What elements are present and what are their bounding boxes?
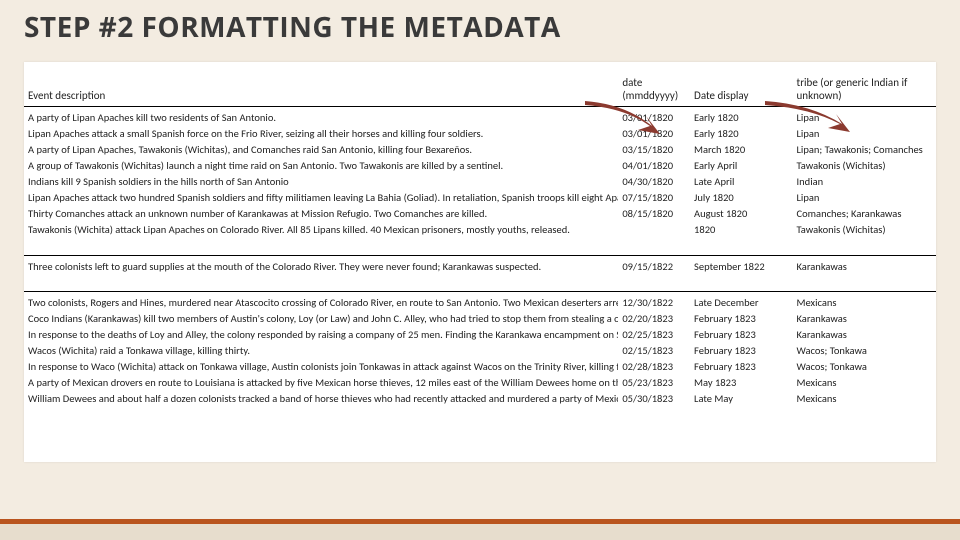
cell-date: 03/01/1820 — [618, 107, 690, 126]
cell-disp: February 1823 — [690, 359, 792, 375]
cell-desc: Coco Indians (Karankawas) kill two membe… — [24, 311, 618, 327]
cell-date — [618, 222, 690, 238]
table-row: A group of Tawakonis (Wichitas) launch a… — [24, 158, 936, 174]
table-row: Coco Indians (Karankawas) kill two membe… — [24, 311, 936, 327]
cell-date: 02/28/1823 — [618, 359, 690, 375]
slide: STEP #2 FORMATTING THE METADATA Event de… — [0, 0, 960, 540]
table-row: Three colonists left to guard supplies a… — [24, 255, 936, 274]
cell-disp: Late May — [690, 391, 792, 407]
table-row: A party of Lipan Apaches, Tawakonis (Wic… — [24, 142, 936, 158]
table-row: Wacos (Wichita) raid a Tonkawa village, … — [24, 343, 936, 359]
cell-tribe: Lipan — [793, 126, 936, 142]
col-tribe: tribe (or generic Indian if unknown) — [793, 62, 936, 107]
cell-date: 12/30/1822 — [618, 292, 690, 311]
col-date-display: Date display — [690, 62, 792, 107]
cell-tribe: Tawakonis (Wichitas) — [793, 222, 936, 238]
cell-tribe: Karankawas — [793, 311, 936, 327]
cell-tribe: Comanches; Karankawas — [793, 206, 936, 222]
cell-date: 02/15/1823 — [618, 343, 690, 359]
table-row: A party of Lipan Apaches kill two reside… — [24, 107, 936, 126]
table-row: In response to the deaths of Loy and All… — [24, 327, 936, 343]
spreadsheet-panel: Event description date (mmddyyyy) Date d… — [24, 62, 936, 462]
cell-tribe: Lipan; Tawakonis; Comanches — [793, 142, 936, 158]
cell-disp: July 1820 — [690, 190, 792, 206]
cell-disp: May 1823 — [690, 375, 792, 391]
metadata-table: Event description date (mmddyyyy) Date d… — [24, 62, 936, 407]
cell-desc: In response to the deaths of Loy and All… — [24, 327, 618, 343]
cell-disp: Late December — [690, 292, 792, 311]
cell-desc: Tawakonis (Wichita) attack Lipan Apaches… — [24, 222, 618, 238]
cell-desc: William Dewees and about half a dozen co… — [24, 391, 618, 407]
cell-disp: February 1823 — [690, 311, 792, 327]
table-row: Lipan Apaches attack two hundred Spanish… — [24, 190, 936, 206]
cell-tribe: Mexicans — [793, 375, 936, 391]
cell-disp: February 1823 — [690, 327, 792, 343]
cell-desc: Wacos (Wichita) raid a Tonkawa village, … — [24, 343, 618, 359]
table-row: A party of Mexican drovers en route to L… — [24, 375, 936, 391]
cell-tribe: Tawakonis (Wichitas) — [793, 158, 936, 174]
cell-disp: Early 1820 — [690, 107, 792, 126]
cell-desc: Three colonists left to guard supplies a… — [24, 255, 618, 274]
table-row: Tawakonis (Wichita) attack Lipan Apaches… — [24, 222, 936, 238]
cell-date: 02/20/1823 — [618, 311, 690, 327]
cell-desc: Indians kill 9 Spanish soldiers in the h… — [24, 174, 618, 190]
cell-tribe: Lipan — [793, 190, 936, 206]
table-row: Two colonists, Rogers and Hines, murdere… — [24, 292, 936, 311]
cell-tribe: Karankawas — [793, 255, 936, 274]
cell-disp: September 1822 — [690, 255, 792, 274]
cell-tribe: Indian — [793, 174, 936, 190]
cell-date: 03/15/1820 — [618, 142, 690, 158]
cell-desc: A group of Tawakonis (Wichitas) launch a… — [24, 158, 618, 174]
table-row: Indians kill 9 Spanish soldiers in the h… — [24, 174, 936, 190]
cell-date: 09/15/1822 — [618, 255, 690, 274]
cell-date: 05/23/1823 — [618, 375, 690, 391]
table-row: William Dewees and about half a dozen co… — [24, 391, 936, 407]
cell-desc: In response to Waco (Wichita) attack on … — [24, 359, 618, 375]
cell-date: 02/25/1823 — [618, 327, 690, 343]
cell-tribe: Wacos; Tonkawa — [793, 343, 936, 359]
cell-desc: Lipan Apaches attack two hundred Spanish… — [24, 190, 618, 206]
cell-disp: Early April — [690, 158, 792, 174]
cell-disp: March 1820 — [690, 142, 792, 158]
cell-tribe: Karankawas — [793, 327, 936, 343]
cell-desc: A party of Lipan Apaches kill two reside… — [24, 107, 618, 126]
col-date: date (mmddyyyy) — [618, 62, 690, 107]
cell-desc: A party of Lipan Apaches, Tawakonis (Wic… — [24, 142, 618, 158]
spacer-row — [24, 238, 936, 256]
cell-desc: A party of Mexican drovers en route to L… — [24, 375, 618, 391]
cell-date: 04/30/1820 — [618, 174, 690, 190]
cell-date: 05/30/1823 — [618, 391, 690, 407]
table-row: Lipan Apaches attack a small Spanish for… — [24, 126, 936, 142]
cell-date: 08/15/1820 — [618, 206, 690, 222]
cell-tribe: Wacos; Tonkawa — [793, 359, 936, 375]
col-event-description: Event description — [24, 62, 618, 107]
cell-tribe: Mexicans — [793, 391, 936, 407]
cell-date: 03/01/1820 — [618, 126, 690, 142]
cell-date: 07/15/1820 — [618, 190, 690, 206]
cell-disp: Early 1820 — [690, 126, 792, 142]
cell-tribe: Lipan — [793, 107, 936, 126]
cell-disp: February 1823 — [690, 343, 792, 359]
slide-title: STEP #2 FORMATTING THE METADATA — [24, 8, 561, 46]
footer-base — [0, 524, 960, 540]
footer-accent-bar — [0, 519, 960, 524]
cell-tribe: Mexicans — [793, 292, 936, 311]
cell-desc: Lipan Apaches attack a small Spanish for… — [24, 126, 618, 142]
cell-disp: August 1820 — [690, 206, 792, 222]
table-row: In response to Waco (Wichita) attack on … — [24, 359, 936, 375]
cell-desc: Thirty Comanches attack an unknown numbe… — [24, 206, 618, 222]
cell-disp: 1820 — [690, 222, 792, 238]
cell-disp: Late April — [690, 174, 792, 190]
cell-date: 04/01/1820 — [618, 158, 690, 174]
cell-desc: Two colonists, Rogers and Hines, murdere… — [24, 292, 618, 311]
spacer-row — [24, 274, 936, 292]
table-header-row: Event description date (mmddyyyy) Date d… — [24, 62, 936, 107]
table-row: Thirty Comanches attack an unknown numbe… — [24, 206, 936, 222]
